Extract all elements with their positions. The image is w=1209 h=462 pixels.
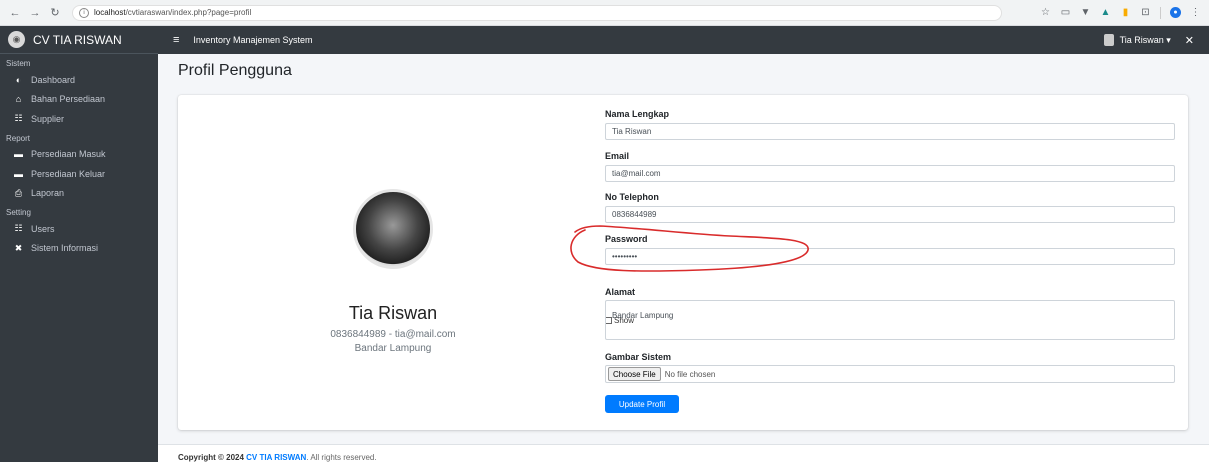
dashboard-icon: ◐	[15, 74, 22, 85]
profile-address: Bandar Lampung	[354, 343, 432, 354]
users-icon: ☷	[14, 223, 23, 234]
password-label: Password	[605, 234, 648, 244]
back-icon[interactable]: ←	[8, 6, 22, 20]
choose-file-button[interactable]: Choose File	[608, 367, 661, 381]
sidebar-section-header: Report	[6, 133, 31, 143]
sidebar-item-users[interactable]: ☷ Users	[0, 219, 158, 239]
profile-avatar	[353, 189, 433, 269]
filter-icon[interactable]: ▼	[1080, 7, 1091, 18]
profile-name: Tia Riswan	[348, 303, 438, 323]
folder-out-icon: ▬	[14, 168, 23, 179]
profile-summary: Tia Riswan 0836844989 - tia@mail.com Ban…	[178, 95, 598, 430]
sidebar-item-supplier[interactable]: ☷ Supplier	[0, 109, 158, 129]
name-input[interactable]: Tia Riswan	[605, 123, 1175, 140]
sidebar-item-label: Laporan	[31, 188, 65, 199]
name-label: Nama Lengkap	[605, 109, 670, 119]
app-title: Inventory Manajemen System	[193, 35, 313, 45]
update-profile-button[interactable]: Update Profil	[605, 395, 679, 413]
bookmark-star-icon[interactable]: ☆	[1040, 7, 1051, 18]
brand-logo-icon: ◉	[8, 31, 25, 48]
sidebar-item-label: Supplier	[31, 113, 65, 124]
main-content: Profil Pengguna Tia Riswan 0836844989 - …	[158, 54, 1209, 462]
profile-card: Tia Riswan 0836844989 - tia@mail.com Ban…	[178, 95, 1188, 430]
phone-input[interactable]: 0836844989	[605, 206, 1175, 223]
sidebar-item-bahan-persediaan[interactable]: ⌂ Bahan Persediaan	[0, 90, 158, 110]
fullscreen-icon[interactable]: ✕	[1185, 34, 1194, 47]
footer-brand-link[interactable]: CV TIA RISWAN	[246, 453, 306, 462]
print-icon: ⎙	[14, 187, 23, 198]
sidebar-item-label: Persediaan Keluar	[31, 168, 106, 179]
address-textarea[interactable]: Bandar Lampung	[605, 300, 1175, 340]
page-title: Profil Pengguna	[178, 62, 292, 79]
puzzle-icon[interactable]: ⊡	[1140, 7, 1151, 18]
tools-icon: ✖	[14, 242, 23, 253]
footer-copyright: Copyright © 2024	[178, 453, 244, 462]
brand-text: CV TIA RISWAN	[33, 32, 122, 47]
users-group-icon: ☷	[14, 113, 23, 124]
profile-icon[interactable]: ●	[1170, 7, 1181, 18]
hamburger-menu-icon[interactable]: ≡	[173, 34, 179, 46]
sidebar-menu: Sistem ◐ Dashboard ⌂ Bahan Persediaan ☷ Suppli…	[0, 54, 158, 258]
sidebar-item-dashboard[interactable]: ◐ Dashboard	[0, 70, 158, 90]
top-navbar: ≡ Inventory Manajemen System Tia Riswan …	[158, 26, 1209, 54]
user-avatar	[1103, 34, 1114, 46]
reload-icon[interactable]: ↻	[48, 6, 62, 20]
brand-link[interactable]: ◉ CV TIA RISWAN	[0, 26, 158, 54]
folder-in-icon: ▬	[14, 149, 23, 160]
email-label: Email	[605, 151, 630, 161]
user-name: Tia Riswan ▾	[1119, 34, 1171, 45]
bank-icon: ⌂	[15, 94, 22, 105]
sidebar-item-label: Persediaan Masuk	[31, 149, 106, 160]
sidebar-item-label: Users	[31, 223, 55, 234]
profile-contact: 0836844989 - tia@mail.com	[330, 329, 456, 340]
image-file-input[interactable]: Choose File No file chosen	[605, 365, 1175, 383]
phone-label: No Telephon	[605, 192, 659, 202]
sidebar: ◉ CV TIA RISWAN Sistem ◐ Dashboard ⌂ Bahan P…	[0, 26, 158, 462]
forward-icon[interactable]: →	[28, 6, 42, 20]
sidebar-item-persediaan-masuk[interactable]: ▬ Persediaan Masuk	[0, 145, 158, 165]
email-input[interactable]: tia@mail.com	[605, 165, 1175, 182]
extension-doc-icon[interactable]: ▮	[1120, 7, 1131, 18]
sidebar-section-header: Sistem	[6, 59, 31, 68]
url-text: localhost/cvtiaraswan/index.php?page=pro…	[94, 8, 252, 17]
address-label: Alamat	[605, 287, 636, 297]
address-bar[interactable]: i localhost/cvtiaraswan/index.php?page=p…	[72, 4, 1002, 21]
sidebar-item-label: Dashboard	[31, 74, 76, 85]
extension-cap-icon[interactable]: ▲	[1100, 7, 1111, 18]
browser-toolbar: ← → ↻ i localhost/cvtiaraswan/index.php?…	[0, 0, 1209, 26]
footer-suffix: . All rights reserved.	[306, 453, 377, 462]
sidebar-item-persediaan-keluar[interactable]: ▬ Persediaan Keluar	[0, 164, 158, 184]
password-input[interactable]: •••••••••	[605, 248, 1175, 265]
file-status: No file chosen	[664, 369, 716, 379]
image-label: Gambar Sistem	[605, 352, 672, 362]
footer: Copyright © 2024 CV TIA RISWAN. All righ…	[158, 444, 1209, 462]
sidebar-item-label: Sistem Informasi	[31, 243, 99, 254]
sidebar-item-label: Bahan Persediaan	[31, 94, 106, 105]
user-dropdown[interactable]: Tia Riswan ▾	[1103, 34, 1171, 46]
sidebar-item-sistem-informasi[interactable]: ✖ Sistem Informasi	[0, 239, 158, 259]
site-info-icon[interactable]: i	[79, 7, 89, 18]
extension-icon[interactable]: ▭	[1060, 7, 1071, 18]
sidebar-item-laporan[interactable]: ⎙ Laporan	[0, 184, 158, 204]
sidebar-section-header: Setting	[6, 208, 31, 217]
divider	[1160, 6, 1161, 19]
more-menu-icon[interactable]: ⋮	[1190, 7, 1201, 18]
